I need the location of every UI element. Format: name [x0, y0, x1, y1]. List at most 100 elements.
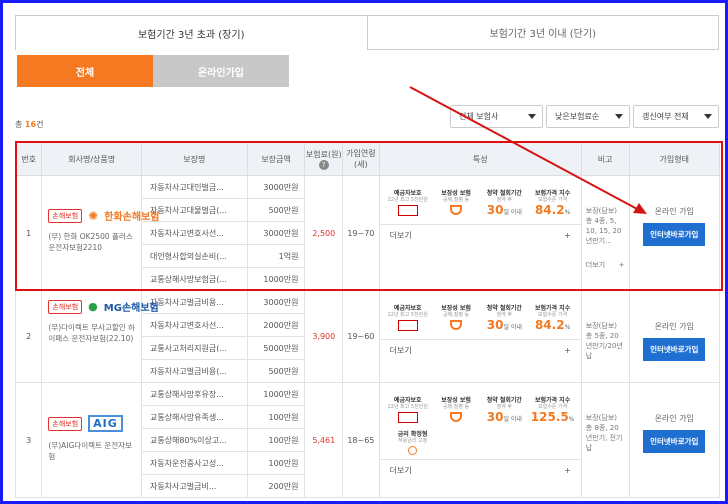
cool-unit: 일 이내	[503, 209, 522, 216]
guar-title: 보장성 보험	[441, 397, 471, 404]
chevron-down-icon	[704, 114, 712, 119]
hanwha-logo-icon: ✺	[88, 208, 99, 223]
product-name[interactable]: (무) 한화 OK2500 플러스 운전자보험2210	[48, 231, 135, 253]
note-text: 보장(담보) 총 8종, 20년만기, 전기납	[585, 414, 623, 452]
cool-value: 30	[486, 318, 504, 332]
deposit-icon	[397, 205, 418, 216]
deposit-sub: 22년 최고 5천만원	[387, 312, 428, 318]
company-logo: AIG	[88, 415, 123, 432]
insurance-type-badge: 손해보험	[48, 299, 83, 314]
feature-cell: 예금자보호 22년 최고 5천만원 보장성 보험 공제,질병 등 청약 철회기간…	[378, 290, 582, 383]
age-range: 19~70	[342, 175, 380, 291]
note-more[interactable]: 더보기 +	[586, 260, 625, 270]
table-row: 3 손해보험 AIG (무)AIG다이렉트 운전자보험 교통상해사망후유장...…	[14, 382, 721, 498]
join-label: 온라인 가입	[654, 414, 694, 423]
deposit-sub: 22년 최고 5천만원	[387, 404, 428, 410]
help-icon[interactable]: ?	[318, 159, 329, 170]
fixed-rate: 금리 확정형 적용금리 고정	[390, 431, 436, 455]
online-join-button[interactable]: 인터넷바로가입	[643, 223, 706, 246]
guarantee-type: 보장성 보험 공제,질병 등	[433, 190, 479, 220]
period-tabs: 보험기간 3년 초과 (장기) 보험기간 3년 이내 (단기)	[15, 15, 719, 50]
age-range: 18~65	[342, 382, 380, 498]
deposit-sub: 22년 최고 5천만원	[387, 197, 428, 203]
company-cell: 손해보험 ✺ 한화손해보험 (무) 한화 OK2500 플러스 운전자보험2210	[41, 175, 159, 291]
join-cell: 온라인 가입 인터넷바로가입	[628, 175, 721, 291]
browser-frame: 보험기간 3년 초과 (장기) 보험기간 3년 이내 (단기) 전체 온라인가입…	[0, 0, 728, 504]
company-select[interactable]: 전체 보험사	[450, 105, 543, 128]
subtab-all[interactable]: 전체	[17, 55, 153, 87]
feature-icons: 예금자보호 22년 최고 5천만원 보장성 보험 공제,질병 등 청약 철회기간…	[380, 291, 581, 339]
index-title: 보험가격 지수	[535, 190, 571, 197]
deposit-protection: 예금자보호 22년 최고 5천만원	[385, 397, 431, 427]
header-premium: 보험료(원)?	[304, 142, 344, 176]
header-amount: 보장금액	[246, 142, 306, 176]
insurance-type-badge: 손해보험	[48, 416, 83, 431]
insurance-type-badge: 손해보험	[48, 208, 83, 223]
header-company: 회사명/상품명	[41, 142, 142, 176]
coverage-amount: 100만원	[246, 405, 306, 429]
tab-short-term[interactable]: 보험기간 3년 이내 (단기)	[367, 15, 719, 50]
row-number: 2	[14, 290, 43, 383]
plus-icon: +	[618, 261, 625, 269]
renew-select[interactable]: 갱신여부 전체	[633, 105, 719, 128]
coverage-amount: 3000만원	[246, 175, 306, 199]
coverage-amount: 100만원	[246, 428, 306, 452]
online-join-button[interactable]: 인터넷바로가입	[643, 430, 706, 453]
cool-value: 30	[486, 203, 504, 217]
feature-cell: 예금자보호 22년 최고 5천만원 보장성 보험 공제,질병 등 청약 철회기간…	[378, 175, 582, 291]
product-name[interactable]: (무)다이렉트 무사고할인 하이패스 운전자보험(22.10)	[48, 322, 135, 344]
more-label: 더보기	[389, 466, 412, 475]
coverage-name: 자동차운전중사고성...	[140, 451, 248, 475]
row-number: 3	[14, 382, 43, 498]
rate-sub: 적용금리 고정	[398, 438, 428, 444]
product-name[interactable]: (무)AIG다이렉트 운전자보험	[48, 440, 135, 462]
deposit-protection: 예금자보호 22년 최고 5천만원	[385, 190, 431, 220]
note-text: 보장(담보) 총 4종, 5, 10, 15, 20년만기...	[585, 207, 622, 245]
feature-icons: 예금자보호 22년 최고 5천만원 보장성 보험 공제,질병 등 청약 철회기간…	[380, 176, 581, 224]
deposit-icon	[397, 412, 418, 423]
online-join-button[interactable]: 인터넷바로가입	[643, 338, 706, 361]
coverage-name: 자동차사고대인벌금...	[140, 175, 248, 199]
count-suffix: 건	[36, 120, 44, 129]
index-value: 125.5	[530, 410, 569, 424]
tab-long-term[interactable]: 보험기간 3년 초과 (장기)	[15, 15, 368, 50]
deposit-title: 예금자보호	[393, 397, 422, 404]
guar-sub: 공제,질병 등	[442, 312, 470, 318]
coverage-amount: 5000만원	[246, 336, 306, 360]
sort-select[interactable]: 낮은보험료순	[546, 105, 630, 128]
coverage-amount: 500만원	[246, 198, 306, 222]
cool-title: 청약 철회기간	[486, 305, 522, 312]
cooling-period: 청약 철회기간 청약 후 30일 이내	[481, 397, 527, 427]
cooling-period: 청약 철회기간 청약 후 30일 이내	[481, 190, 527, 220]
plus-icon: +	[564, 466, 571, 475]
piggy-bank-icon	[450, 205, 463, 215]
coverage-name: 교통사고처리지원금(...	[140, 336, 248, 360]
header-age: 가입연령(세)	[342, 142, 380, 176]
index-title: 보험가격 지수	[535, 305, 571, 312]
subtab-online[interactable]: 온라인가입	[153, 55, 289, 87]
deposit-title: 예금자보호	[393, 305, 422, 312]
coverage-name: 자동차사고벌금비...	[140, 474, 248, 498]
coverage-amount: 1000만원	[246, 267, 306, 291]
more-link[interactable]: 더보기 +	[379, 339, 581, 361]
price-index: 보험가격 지수 보험수준 가격 84.2%	[530, 190, 576, 220]
mg-logo-icon: ●	[88, 300, 98, 313]
premium-value: 2,500	[304, 175, 344, 291]
more-link[interactable]: 더보기 +	[379, 459, 581, 481]
insurance-table: 번호 회사명/상품명 보장명 보장금액 보험료(원)? 가입연령(세) 특성 비…	[14, 142, 721, 498]
header-join: 가입형태	[628, 142, 721, 176]
header-premium-label: 보험료(원)	[305, 149, 342, 159]
chevron-down-icon	[528, 114, 536, 119]
coverage-name: 자동차사고벌금비용(...	[140, 359, 248, 383]
more-link[interactable]: 더보기 +	[379, 224, 581, 246]
coverage-amount: 1억원	[246, 244, 306, 268]
table-row: 2 손해보험 ● MG손해보험 (무)다이렉트 무사고할인 하이패스 운전자보험(…	[14, 290, 721, 383]
coverage-amount: 500만원	[246, 359, 306, 383]
note-cell: 보장(담보) 총 8종, 20년만기, 전기납	[580, 382, 630, 498]
note-text: 보장(담보) 총 5종, 20년만기/20년납	[585, 322, 623, 360]
coverage-amount: 2000만원	[246, 313, 306, 337]
cooling-period: 청약 철회기간 청약 후 30일 이내	[481, 305, 527, 335]
guar-title: 보장성 보험	[441, 305, 471, 312]
company-select-value: 전체 보험사	[459, 112, 499, 121]
plus-icon: +	[564, 231, 571, 240]
